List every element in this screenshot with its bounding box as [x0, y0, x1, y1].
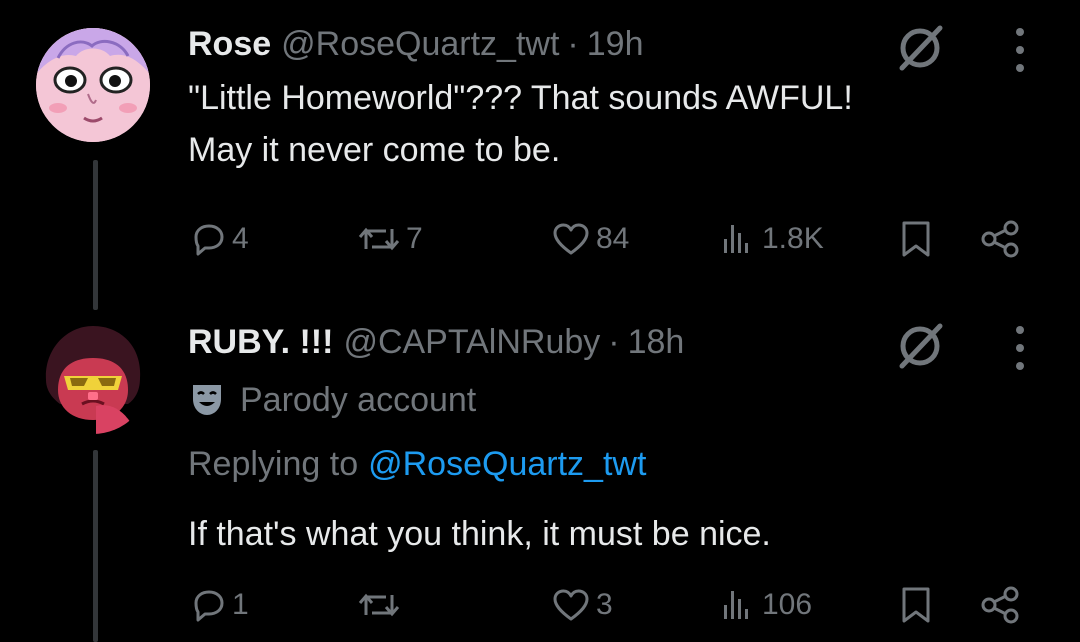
bookmark-button[interactable] [898, 216, 934, 262]
share-icon [981, 220, 1019, 258]
tweet-text: If that's what you think, it must be nic… [188, 515, 771, 553]
rose-quartz-avatar-icon [36, 28, 150, 142]
parody-label: Parody account [188, 380, 1040, 420]
tweet-ruby[interactable]: RUBY. !!! @CAPTAlNRuby · 18h Parody acco… [0, 300, 1080, 642]
tweet-text-line-2: May it never come to be. [188, 131, 561, 169]
repost-button[interactable] [356, 582, 406, 628]
timestamp[interactable]: 19h [587, 24, 644, 64]
views-icon [724, 225, 748, 253]
more-options-icon[interactable] [1010, 318, 1030, 378]
parody-mask-icon [193, 385, 221, 415]
share-button[interactable] [978, 216, 1022, 262]
like-count: 84 [596, 222, 630, 255]
ruby-avatar-icon [36, 320, 150, 434]
like-button[interactable]: 84 [550, 216, 629, 262]
tweet-text-line-1: "Little Homeworld"??? That sounds AWFUL! [188, 79, 853, 117]
views-icon [724, 591, 748, 619]
parody-label-text: Parody account [240, 381, 477, 419]
view-count: 106 [762, 588, 813, 621]
separator-dot: · [567, 25, 579, 63]
replying-to: Replying to @RoseQuartz_twt [188, 444, 1040, 484]
view-count: 1.8K [762, 222, 824, 255]
bookmark-icon [902, 587, 930, 623]
avatar[interactable] [36, 320, 150, 434]
tweet-rose[interactable]: Rose @RoseQuartz_twt · 19h "Little Homew… [0, 0, 1080, 300]
tweet-text: "Little Homeworld"??? That sounds AWFUL!… [188, 72, 1040, 176]
share-icon [981, 586, 1019, 624]
user-handle[interactable]: @RoseQuartz_twt [281, 24, 559, 64]
views-button[interactable]: 106 [718, 582, 812, 628]
timestamp[interactable]: 18h [628, 322, 685, 362]
display-name[interactable]: RUBY. !!! [188, 322, 333, 362]
reply-button[interactable]: 4 [188, 216, 249, 262]
grok-icon[interactable] [894, 320, 946, 372]
display-name[interactable]: Rose [188, 24, 271, 64]
repost-icon [358, 593, 400, 617]
share-button[interactable] [978, 582, 1022, 628]
heart-icon [553, 223, 589, 255]
reply-icon [194, 224, 224, 256]
grok-icon[interactable] [894, 22, 946, 74]
action-bar: 4 7 84 1.8K [188, 216, 1038, 262]
more-options-icon[interactable] [1010, 20, 1030, 80]
repost-icon [358, 227, 400, 251]
reply-count: 1 [232, 588, 249, 621]
action-bar: 1 3 106 [188, 582, 1038, 628]
bookmark-icon [902, 221, 930, 257]
replying-to-handle-link[interactable]: @RoseQuartz_twt [368, 444, 646, 484]
replying-to-prefix: Replying to [188, 445, 359, 483]
heart-icon [553, 589, 589, 621]
like-count: 3 [596, 588, 613, 621]
views-button[interactable]: 1.8K [718, 216, 824, 262]
reply-button[interactable]: 1 [188, 582, 249, 628]
repost-button[interactable]: 7 [356, 216, 423, 262]
separator-dot: · [608, 323, 620, 361]
bookmark-button[interactable] [898, 582, 934, 628]
reply-count: 4 [232, 222, 249, 255]
repost-count: 7 [406, 222, 423, 255]
avatar[interactable] [36, 28, 150, 142]
like-button[interactable]: 3 [550, 582, 613, 628]
user-handle[interactable]: @CAPTAlNRuby [343, 322, 600, 362]
reply-icon [194, 590, 224, 622]
